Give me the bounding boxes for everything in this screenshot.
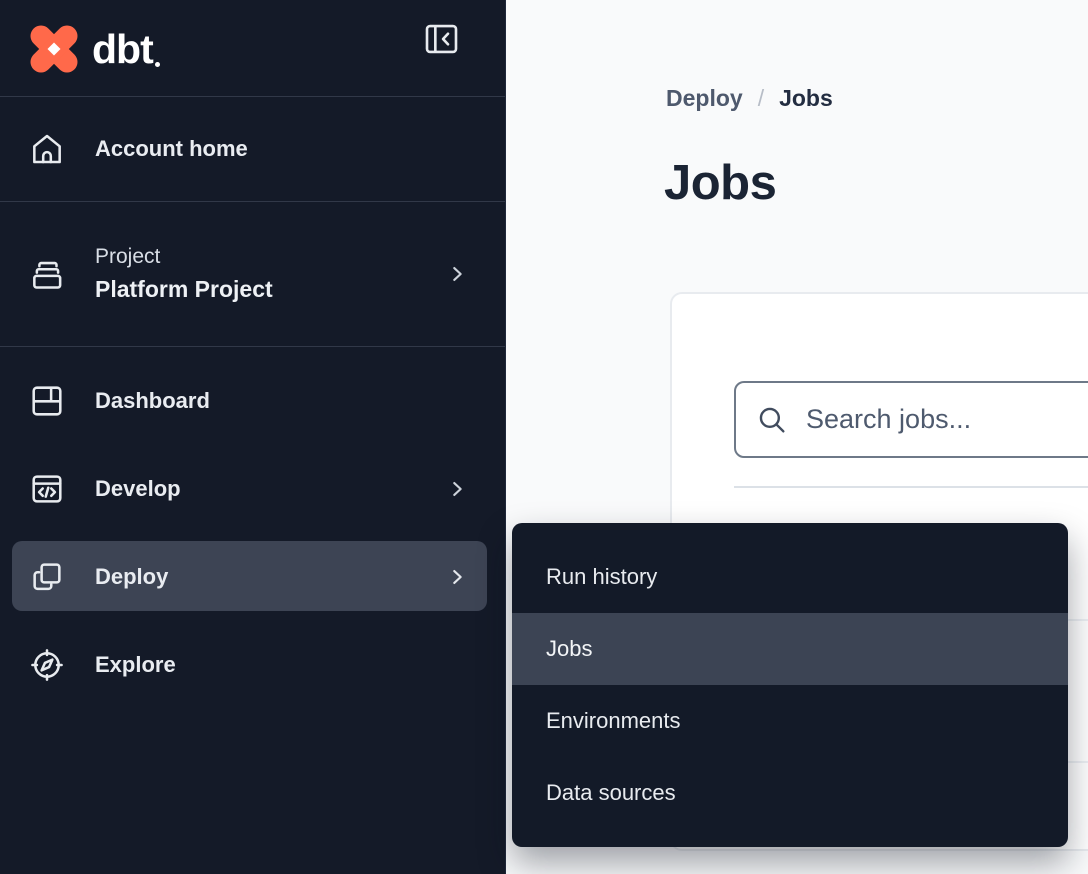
sidebar-item-label: Develop <box>95 476 181 502</box>
home-icon <box>28 130 66 168</box>
sidebar-item-deploy[interactable]: Deploy <box>0 533 505 621</box>
explore-compass-icon <box>28 646 66 684</box>
search-jobs-input[interactable] <box>806 404 1086 435</box>
sidebar-item-develop[interactable]: Develop <box>0 445 505 533</box>
menu-item-jobs[interactable]: Jobs <box>512 613 1068 685</box>
breadcrumb-deploy-link[interactable]: Deploy <box>666 85 743 112</box>
sidebar-item-explore[interactable]: Explore <box>0 621 505 709</box>
develop-code-icon <box>28 470 66 508</box>
project-stack-icon <box>28 255 66 293</box>
sidebar-item-dashboard[interactable]: Dashboard <box>0 357 505 445</box>
sidebar: dbt Account home <box>0 0 506 874</box>
menu-item-environments[interactable]: Environments <box>512 685 1068 757</box>
menu-item-run-history[interactable]: Run history <box>512 541 1068 613</box>
logo-text: dbt <box>92 22 153 76</box>
sidebar-item-label: Dashboard <box>95 388 210 414</box>
dbt-logo: dbt <box>27 22 160 76</box>
deploy-icon <box>28 558 66 596</box>
breadcrumb-separator: / <box>758 85 764 112</box>
page-title: Jobs <box>664 155 776 211</box>
dashboard-icon <box>28 382 66 420</box>
dbt-logo-icon <box>27 22 81 76</box>
sidebar-item-label: Explore <box>95 652 176 678</box>
collapse-sidebar-icon <box>423 22 460 56</box>
search-icon <box>755 403 789 437</box>
sidebar-divider <box>0 346 505 347</box>
sidebar-header: dbt <box>0 0 505 97</box>
sidebar-collapse-button[interactable] <box>423 21 460 57</box>
breadcrumb: Deploy / Jobs <box>666 85 833 112</box>
active-item-highlight <box>12 541 487 611</box>
breadcrumb-current: Jobs <box>779 85 833 112</box>
dbt-cloud-app: dbt Account home <box>0 0 1088 874</box>
search-section-divider <box>734 486 1088 488</box>
chevron-right-icon <box>446 566 468 588</box>
sidebar-item-label: Deploy <box>95 564 168 590</box>
logo-trademark-dot <box>155 62 160 67</box>
chevron-right-icon <box>446 478 468 500</box>
project-text: Project Platform Project <box>95 245 273 303</box>
search-box <box>734 381 1088 458</box>
project-name: Platform Project <box>95 276 273 303</box>
chevron-right-icon <box>446 263 468 285</box>
sidebar-item-account-home[interactable]: Account home <box>0 97 505 201</box>
project-label: Project <box>95 245 273 269</box>
sidebar-item-label: Account home <box>95 136 248 162</box>
sidebar-item-project[interactable]: Project Platform Project <box>0 202 505 346</box>
menu-item-data-sources[interactable]: Data sources <box>512 757 1068 829</box>
deploy-flyout-menu: Run history Jobs Environments Data sourc… <box>512 523 1068 847</box>
